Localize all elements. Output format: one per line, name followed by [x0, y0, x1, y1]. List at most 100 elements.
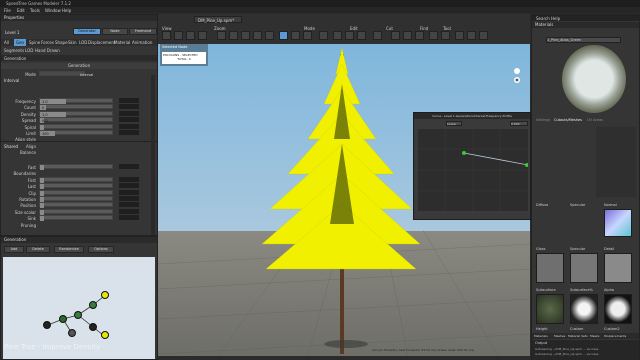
toolbar-button[interactable]: [441, 31, 450, 40]
subtab-segments[interactable]: Segments: [4, 48, 24, 53]
delete-button[interactable]: Delete: [26, 246, 50, 253]
shared-curve-swatch[interactable]: [119, 189, 139, 195]
tab-shape[interactable]: Shape: [55, 40, 68, 45]
navigation-gizmo[interactable]: [510, 66, 524, 86]
viewport-tab[interactable]: DM_Pine_Up.spm*: [194, 16, 242, 23]
properties-scrollbar[interactable]: [151, 75, 155, 235]
shared-curve-swatch[interactable]: [119, 176, 139, 182]
tab-lod[interactable]: LOD: [79, 40, 87, 45]
tab-displacement[interactable]: Displacement: [88, 40, 116, 45]
cap-node[interactable]: [68, 329, 76, 337]
shared-curve-swatch[interactable]: [119, 183, 139, 189]
curve-value-field[interactable]: 0.500: [510, 121, 528, 126]
interval-curve-swatch[interactable]: [119, 123, 139, 129]
shared-curve-swatch[interactable]: [119, 202, 139, 208]
interval-slider[interactable]: [39, 123, 113, 130]
shared-slider[interactable]: [39, 208, 113, 215]
toolbar-button[interactable]: [479, 31, 488, 40]
toolbar-button[interactable]: [373, 31, 382, 40]
material-name-field[interactable]: 1_Pine_Atlas_Green: [546, 37, 621, 43]
menu-tools[interactable]: Tools: [30, 8, 40, 13]
interval-curve-swatch[interactable]: [119, 130, 139, 135]
leaf2-node[interactable]: [101, 331, 109, 339]
specular-thumb[interactable]: [570, 253, 598, 283]
tab-materials[interactable]: Materials: [534, 334, 548, 338]
curve-point-start[interactable]: [462, 151, 466, 155]
shared-slider[interactable]: [39, 176, 113, 183]
toolbar-button[interactable]: [279, 31, 288, 40]
tab-forces[interactable]: Forces: [41, 40, 54, 45]
subsurface-thumb[interactable]: [536, 294, 564, 324]
detail-thumb[interactable]: [604, 253, 632, 283]
branch2-node[interactable]: [89, 301, 97, 309]
shared-curve-swatch[interactable]: [119, 164, 139, 169]
root-node[interactable]: [43, 321, 51, 329]
freehand-mode-button[interactable]: Freehand: [129, 28, 157, 35]
branch-node[interactable]: [74, 311, 82, 319]
toolbar-button[interactable]: [253, 31, 262, 40]
options-button[interactable]: Options: [88, 246, 114, 253]
shared-slider[interactable]: [39, 196, 113, 202]
subtab-lod[interactable]: LOD: [25, 48, 33, 53]
add-button[interactable]: Add: [4, 246, 24, 253]
mode-select[interactable]: Interval: [39, 71, 93, 77]
shared-slider[interactable]: [39, 202, 113, 209]
toolbar-button[interactable]: [319, 31, 328, 40]
interval-curve-swatch[interactable]: [119, 104, 139, 110]
interval-curve-swatch[interactable]: [119, 110, 139, 116]
alpha-thumb[interactable]: [604, 294, 632, 324]
interval-slider[interactable]: 100: [39, 130, 113, 136]
toolbar-button[interactable]: [198, 31, 207, 40]
leaf-node[interactable]: [101, 291, 109, 299]
frond-node[interactable]: [89, 323, 97, 331]
material-list[interactable]: [596, 127, 636, 197]
interval-slider[interactable]: 1.0: [39, 110, 113, 117]
shared-slider[interactable]: [39, 189, 113, 196]
toolbar-button[interactable]: [345, 31, 354, 40]
toolbar-button[interactable]: [403, 31, 412, 40]
toolbar-button[interactable]: [229, 31, 238, 40]
shared-curve-swatch[interactable]: [119, 215, 139, 221]
interval-slider[interactable]: 0.0: [39, 117, 113, 124]
menu-help[interactable]: Help: [62, 8, 71, 13]
toolbar-button[interactable]: [303, 31, 312, 40]
tab-spine[interactable]: Spine: [29, 40, 40, 45]
menu-file[interactable]: File: [4, 8, 11, 13]
toolbar-button[interactable]: [455, 31, 464, 40]
toolbar-button[interactable]: [162, 31, 171, 40]
randomize-button[interactable]: Randomize: [54, 246, 84, 253]
menu-window[interactable]: Window: [45, 8, 61, 13]
trunk-node[interactable]: [59, 315, 67, 323]
tab-displacements[interactable]: Displacements: [604, 334, 626, 338]
toolbar-button[interactable]: [391, 31, 400, 40]
curve-point-end[interactable]: [525, 163, 529, 167]
gloss-thumb[interactable]: [536, 253, 564, 283]
subsurface-pct-thumb[interactable]: [570, 294, 598, 324]
toolbar-button[interactable]: [241, 31, 250, 40]
toolbar-button[interactable]: [429, 31, 438, 40]
shared-slider[interactable]: [39, 215, 113, 222]
interpolation-dropdown[interactable]: Linear: [446, 121, 462, 126]
toolbar-button[interactable]: [186, 31, 195, 40]
tab-animation[interactable]: Animation: [132, 40, 152, 45]
toolbar-button[interactable]: [333, 31, 342, 40]
subtab-hand-drawn[interactable]: Hand Drawn: [35, 48, 60, 53]
tab-gen[interactable]: Gen: [14, 39, 27, 46]
shared-slider[interactable]: [39, 164, 113, 170]
tab-meshes[interactable]: Meshes: [554, 334, 565, 338]
node-mode-button[interactable]: Node: [102, 28, 128, 35]
search-help-bar[interactable]: Search Help: [532, 15, 639, 21]
toolbar-button[interactable]: [357, 31, 366, 40]
shared-curve-swatch[interactable]: [119, 208, 139, 214]
interval-slider[interactable]: 0: [39, 104, 113, 111]
toolbar-button[interactable]: [217, 31, 226, 40]
menu-edit[interactable]: Edit: [17, 8, 25, 13]
interval-curve-swatch[interactable]: [119, 117, 139, 123]
normal-map-thumb[interactable]: [604, 209, 632, 237]
toolbar-button[interactable]: [174, 31, 183, 40]
tab-skin[interactable]: Skin: [68, 40, 77, 45]
toolbar-button[interactable]: [467, 31, 476, 40]
shared-slider[interactable]: [39, 183, 113, 190]
tab-material-sets[interactable]: Material Sets: [568, 334, 588, 338]
tab-cutouts-meshes[interactable]: Cutouts/Meshes: [554, 118, 582, 122]
